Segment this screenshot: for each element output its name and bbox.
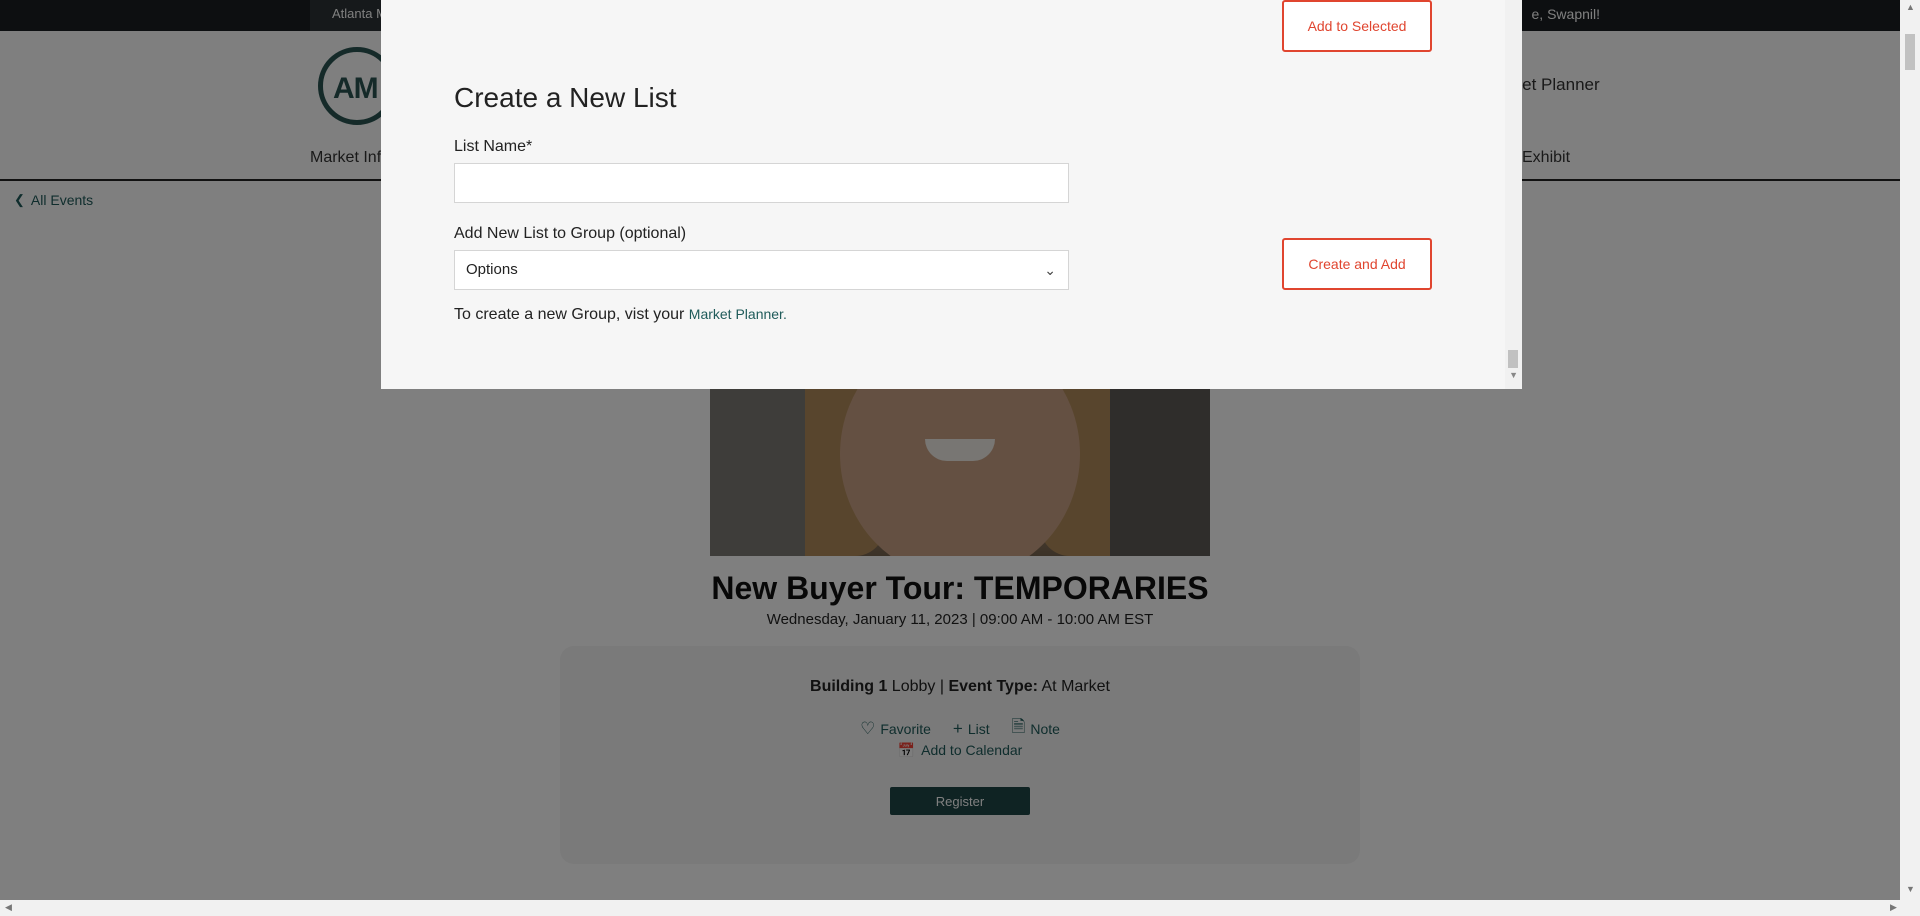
create-group-note-text: To create a new Group, vist your [454, 306, 689, 323]
add-to-selected-button[interactable]: Add to Selected [1282, 0, 1432, 52]
scroll-down-arrow-icon[interactable]: ▼ [1509, 370, 1518, 380]
create-and-add-button[interactable]: Create and Add [1282, 238, 1432, 290]
add-to-list-modal: Add to Selected Create a New List List N… [381, 0, 1522, 389]
group-label: Add New List to Group (optional) [454, 225, 687, 242]
list-name-label: List Name* [454, 138, 533, 155]
list-name-input[interactable] [454, 163, 1069, 203]
page-scroll-thumb[interactable] [1905, 34, 1915, 70]
group-select-value: Options [466, 261, 518, 278]
create-group-note: To create a new Group, vist your Market … [454, 306, 787, 324]
create-list-heading: Create a New List [454, 82, 677, 113]
modal-scroll-thumb[interactable] [1508, 350, 1518, 368]
group-select[interactable]: Options ⌄ [454, 250, 1069, 290]
scroll-down-arrow-icon[interactable]: ▼ [1906, 884, 1915, 894]
page-horizontal-scrollbar[interactable]: ◀ ▶ [0, 900, 1920, 916]
scroll-right-arrow-icon[interactable]: ▶ [1890, 902, 1897, 913]
scroll-left-arrow-icon[interactable]: ◀ [5, 902, 12, 913]
page-vertical-scrollbar[interactable]: ▲ ▼ [1900, 0, 1920, 900]
chevron-down-icon: ⌄ [1044, 262, 1056, 278]
scroll-up-arrow-icon[interactable]: ▲ [1906, 2, 1915, 12]
market-planner-modal-link[interactable]: Market Planner. [689, 306, 787, 322]
modal-scrollbar[interactable]: ▼ [1505, 0, 1522, 389]
